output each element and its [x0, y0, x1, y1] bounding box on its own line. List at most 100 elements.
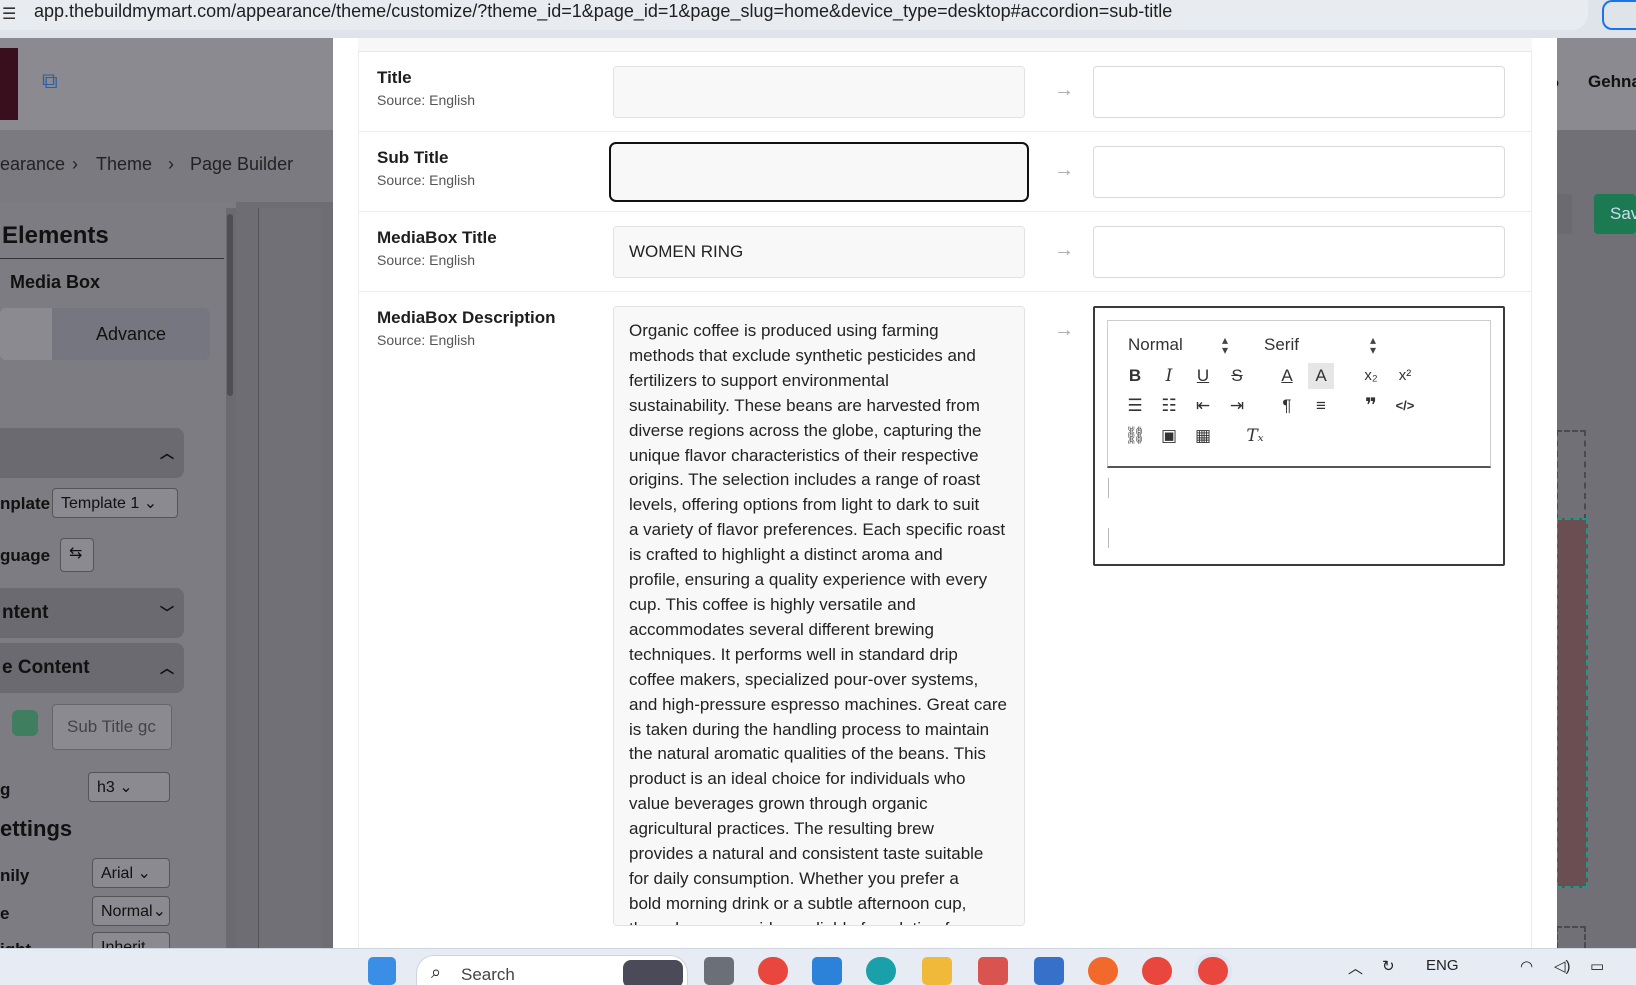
- wifi-icon[interactable]: ◠: [1520, 957, 1533, 975]
- title-translation-input[interactable]: [1093, 66, 1505, 118]
- bold-icon[interactable]: B: [1122, 363, 1148, 389]
- scrollbar-thumb[interactable]: [227, 214, 233, 396]
- field-source: Source: English: [377, 252, 476, 268]
- elements-panel: Elements Media Box Advance ︿ nplate Temp…: [0, 202, 236, 948]
- link-icon[interactable]: ⛓: [1122, 423, 1148, 449]
- bullet-list-icon[interactable]: ☷: [1156, 393, 1182, 419]
- task-view-icon[interactable]: [704, 957, 734, 985]
- text-direction-icon[interactable]: ¶: [1274, 393, 1300, 419]
- font-weight-select[interactable]: Inherit ⌄: [92, 932, 170, 948]
- language-indicator[interactable]: ENG: [1426, 957, 1459, 974]
- tab-advance[interactable]: Advance: [52, 308, 210, 360]
- accordion-content[interactable]: ntent ﹀: [0, 588, 184, 638]
- description-line: origins. The selection includes a range …: [629, 470, 981, 490]
- description-line: agricultural practices. The resulting br…: [629, 819, 934, 839]
- external-link-icon[interactable]: ⧉: [42, 68, 58, 94]
- search-label: Search: [461, 965, 515, 984]
- url-text[interactable]: app.thebuildmymart.com/appearance/theme/…: [34, 1, 1172, 22]
- editor-content-area[interactable]: [1107, 470, 1491, 560]
- chrome-icon[interactable]: [758, 957, 788, 985]
- description-line: product is an ideal choice for individua…: [629, 769, 966, 789]
- chevron-up-icon[interactable]: ︿: [1348, 957, 1363, 978]
- description-line: methods that exclude synthetic pesticide…: [629, 345, 976, 365]
- superscript-icon[interactable]: x²: [1392, 363, 1418, 389]
- description-line: cup. This coffee is highly versatile and: [629, 594, 916, 614]
- section-outline: [1556, 430, 1586, 520]
- text-caret: [1108, 478, 1109, 498]
- translate-button[interactable]: ⇆: [60, 538, 94, 572]
- description-line: is crafted to highlight a distinct aroma…: [629, 545, 943, 565]
- user-name[interactable]: Gehna: [1588, 72, 1636, 92]
- italic-icon[interactable]: I: [1156, 363, 1182, 389]
- browser-address-bar: ☰ app.thebuildmymart.com/appearance/them…: [0, 0, 1636, 38]
- indent-icon[interactable]: ⇥: [1224, 393, 1250, 419]
- subtitle-translation-input[interactable]: [1093, 146, 1505, 198]
- mediabox-title-translation-input[interactable]: [1093, 226, 1505, 278]
- template-label: nplate: [0, 494, 51, 513]
- mediabox-title-source-input[interactable]: WOMEN RING: [613, 226, 1025, 278]
- background-color-icon[interactable]: A: [1308, 363, 1334, 389]
- breadcrumb-theme[interactable]: Theme: [96, 154, 152, 175]
- volume-icon[interactable]: ◁): [1554, 957, 1571, 975]
- panel-scrollbar[interactable]: [226, 208, 236, 948]
- field-label: MediaBox Description: [377, 308, 556, 327]
- chrome-icon[interactable]: [1142, 957, 1172, 985]
- font-style-select[interactable]: Normal⌄: [92, 896, 170, 926]
- ai-sparkle-icon[interactable]: [12, 710, 38, 736]
- battery-icon[interactable]: ▭: [1590, 957, 1604, 975]
- site-info-icon[interactable]: ☰: [2, 4, 16, 24]
- code-block-icon[interactable]: </>: [1392, 393, 1418, 419]
- template-select[interactable]: Template 1 ⌄: [52, 488, 178, 518]
- tag-select[interactable]: h3 ⌄: [88, 772, 170, 802]
- field-source: Source: English: [377, 172, 476, 188]
- font-style-label: e: [0, 904, 10, 923]
- language-label: guage: [0, 546, 51, 565]
- subtitle-input[interactable]: Sub Title gc: [52, 704, 172, 750]
- postman-icon[interactable]: [1088, 957, 1118, 985]
- vscode-icon[interactable]: [812, 957, 842, 985]
- description-line: fertilizers to support environmental: [629, 370, 889, 390]
- subscript-icon[interactable]: x₂: [1358, 363, 1384, 389]
- panel-tabs: Advance: [0, 308, 210, 360]
- description-line: coffee makers, specialized pour-over sys…: [629, 669, 979, 689]
- blockquote-icon[interactable]: ❞: [1358, 393, 1384, 419]
- strikethrough-icon[interactable]: S: [1224, 363, 1250, 389]
- search-highlight-image: [623, 960, 683, 985]
- image-icon[interactable]: ▣: [1156, 423, 1182, 449]
- text-color-icon[interactable]: A: [1274, 363, 1300, 389]
- outdent-icon[interactable]: ⇤: [1190, 393, 1216, 419]
- save-button[interactable]: Sav: [1594, 194, 1636, 234]
- snipping-tool-icon[interactable]: [978, 957, 1008, 985]
- chevron-down-icon: ﹀: [160, 605, 174, 621]
- accordion-general[interactable]: ︿: [0, 428, 184, 478]
- subtitle-source-input[interactable]: [609, 142, 1029, 202]
- windows-start-icon[interactable]: [368, 957, 396, 985]
- profile-icon[interactable]: [1602, 0, 1636, 30]
- file-explorer-icon[interactable]: [922, 957, 952, 985]
- sync-icon[interactable]: ↻: [1382, 957, 1395, 975]
- ordered-list-icon[interactable]: ☰: [1122, 393, 1148, 419]
- element-name: Media Box: [10, 272, 101, 292]
- accordion-title-content[interactable]: e Content ︿: [0, 643, 184, 693]
- breadcrumb-appearance[interactable]: earance: [0, 154, 65, 175]
- clear-format-icon[interactable]: Tₓ: [1242, 423, 1268, 449]
- video-icon[interactable]: ▦: [1190, 423, 1216, 449]
- translation-modal: Title Source: English → Sub Title Source…: [333, 38, 1557, 948]
- font-select[interactable]: Serif ▴ ▾: [1264, 334, 1376, 356]
- taskbar-search[interactable]: ⌕ Search: [416, 955, 688, 985]
- panel-title: Elements: [2, 222, 109, 249]
- chevron-right-icon: ›: [72, 154, 78, 174]
- header-format-select[interactable]: Normal ▴ ▾: [1128, 334, 1228, 356]
- chrome-active-icon[interactable]: [1198, 957, 1228, 985]
- edge-icon[interactable]: [866, 957, 896, 985]
- description-line: sustainability. These beans are harveste…: [629, 395, 980, 415]
- font-family-select[interactable]: Arial ⌄: [92, 858, 170, 888]
- underline-icon[interactable]: U: [1190, 363, 1216, 389]
- preview-button[interactable]: [1556, 194, 1572, 234]
- field-label: Sub Title: [377, 148, 449, 167]
- mediabox-description-source[interactable]: Organic coffee is produced using farming…: [613, 306, 1025, 926]
- notepad-icon[interactable]: [1034, 957, 1064, 985]
- breadcrumb-page-builder: Page Builder: [190, 154, 294, 174]
- title-source-input[interactable]: [613, 66, 1025, 118]
- align-icon[interactable]: ≡: [1308, 393, 1334, 419]
